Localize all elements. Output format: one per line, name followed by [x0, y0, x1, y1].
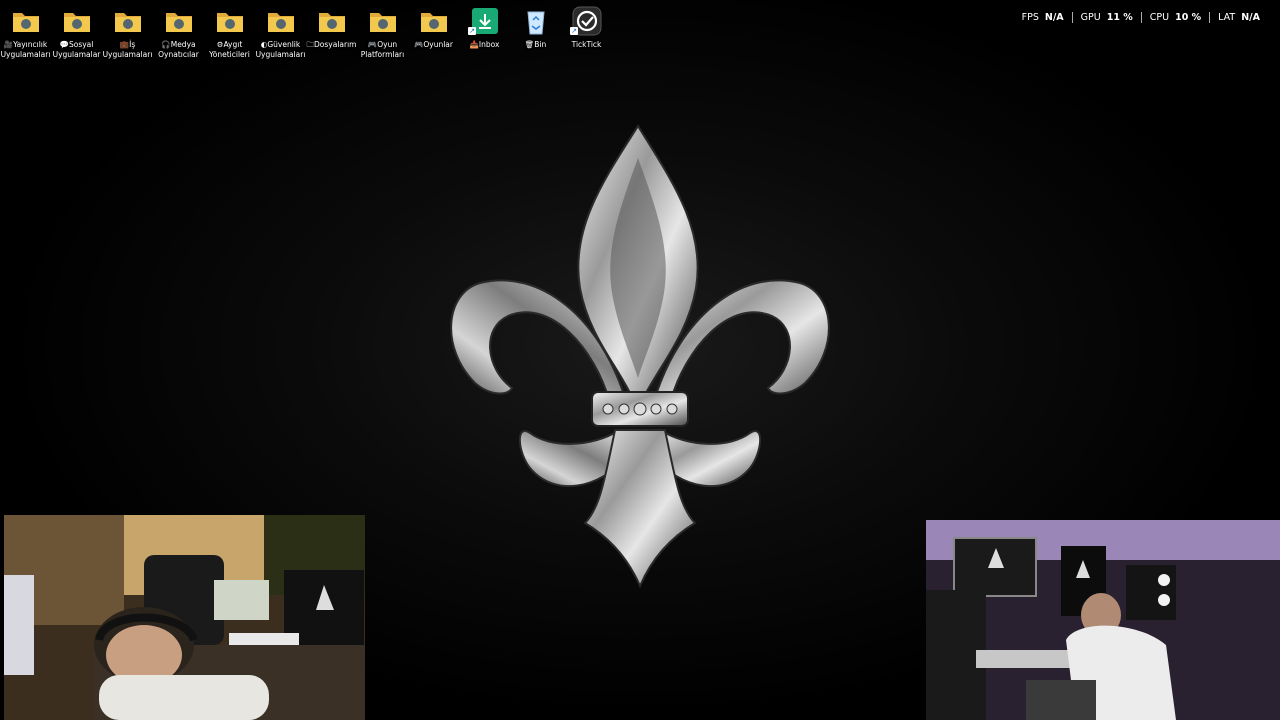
desktop-icon-inbox-shortcut[interactable]: ↗ 📥Inbox	[459, 4, 510, 66]
desktop-icon-prefix: 💬	[59, 40, 69, 49]
desktop-icon-folder-social[interactable]: 💬Sosyal Uygulamalar	[51, 4, 102, 66]
desktop-icon-folder-streaming[interactable]: 🎥Yayıncılık Uygulamaları	[0, 4, 51, 66]
fps-label: FPS	[1021, 12, 1039, 23]
folder-icon	[267, 13, 294, 32]
latency-stat: LAT N/A	[1209, 12, 1268, 23]
desktop-icon-label: TickTick	[557, 40, 617, 50]
cpu-label: CPU	[1149, 12, 1170, 23]
desktop-icon-text: Dosyalarım	[314, 40, 357, 49]
desktop-icon-row: 🎥Yayıncılık Uygulamaları 💬Sosyal Uygulam…	[0, 4, 612, 66]
folder-icon	[369, 13, 396, 32]
desktop-icon-text: Bin	[534, 40, 547, 49]
webcam-feed-left	[4, 515, 365, 720]
desktop-icon-prefix: 💼	[119, 40, 130, 49]
cpu-value: 10 %	[1175, 12, 1202, 23]
fleur-de-lis-wallpaper	[450, 124, 830, 589]
cpu-stat: CPU 10 %	[1140, 12, 1209, 23]
desktop-icon-folder-files[interactable]: 🗀Dosyalarım	[306, 4, 357, 66]
desktop-icon-text: Inbox	[478, 40, 500, 49]
desktop-icon-prefix: 🎮	[414, 40, 424, 49]
desktop-icon-text: Aygıt Yöneticileri	[209, 40, 250, 59]
desktop-icon-text: Oyunlar	[423, 40, 453, 49]
desktop[interactable]: 🎥Yayıncılık Uygulamaları 💬Sosyal Uygulam…	[0, 0, 1280, 720]
desktop-icon-prefix: 🗀	[306, 40, 315, 49]
desktop-icon-folder-media[interactable]: 🎧Medya Oynatıcılar	[153, 4, 204, 66]
folder-icon	[318, 13, 345, 32]
desktop-icon-prefix: 🎮	[367, 40, 378, 49]
desktop-icon-prefix: 🎧	[161, 40, 171, 49]
desktop-icon-text: TickTick	[571, 40, 602, 49]
gpu-stat: GPU 11 %	[1071, 12, 1141, 23]
gpu-label: GPU	[1080, 12, 1101, 23]
desktop-icon-prefix: 📥	[469, 40, 479, 49]
desktop-icon-prefix: 🗑	[524, 40, 535, 49]
shortcut-arrow-icon: ↗	[570, 27, 578, 35]
webcam-feed-right	[926, 520, 1280, 720]
latency-label: LAT	[1218, 12, 1236, 23]
shortcut-arrow-icon: ↗	[468, 27, 476, 35]
fps-value: N/A	[1044, 12, 1064, 23]
recycle-bin-icon	[526, 11, 545, 35]
folder-icon	[114, 13, 141, 32]
performance-overlay: FPS N/A GPU 11 % CPU 10 % LAT N/A	[1014, 12, 1268, 23]
desktop-icon-folder-games[interactable]: 🎮Oyunlar	[408, 4, 459, 66]
latency-value: N/A	[1241, 12, 1260, 23]
folder-icon	[12, 13, 39, 32]
desktop-icon-folder-work[interactable]: 💼İş Uygulamaları	[102, 4, 153, 66]
desktop-icon-ticktick-shortcut[interactable]: ↗ TickTick	[561, 4, 612, 66]
desktop-icon-recycle-bin[interactable]: 🗑Bin	[510, 4, 561, 66]
desktop-icon-folder-device[interactable]: ⚙Aygıt Yöneticileri	[204, 4, 255, 66]
desktop-icon-folder-game-platforms[interactable]: 🎮Oyun Platformları	[357, 4, 408, 66]
folder-icon	[420, 13, 447, 32]
folder-icon	[216, 13, 243, 32]
desktop-icon-folder-security[interactable]: ◐Güvenlik Uygulamaları	[255, 4, 306, 66]
fps-stat: FPS N/A	[1014, 12, 1072, 23]
folder-icon	[63, 13, 90, 32]
gpu-value: 11 %	[1106, 12, 1133, 23]
desktop-icon-prefix: 🎥	[3, 40, 14, 49]
folder-icon	[165, 13, 192, 32]
